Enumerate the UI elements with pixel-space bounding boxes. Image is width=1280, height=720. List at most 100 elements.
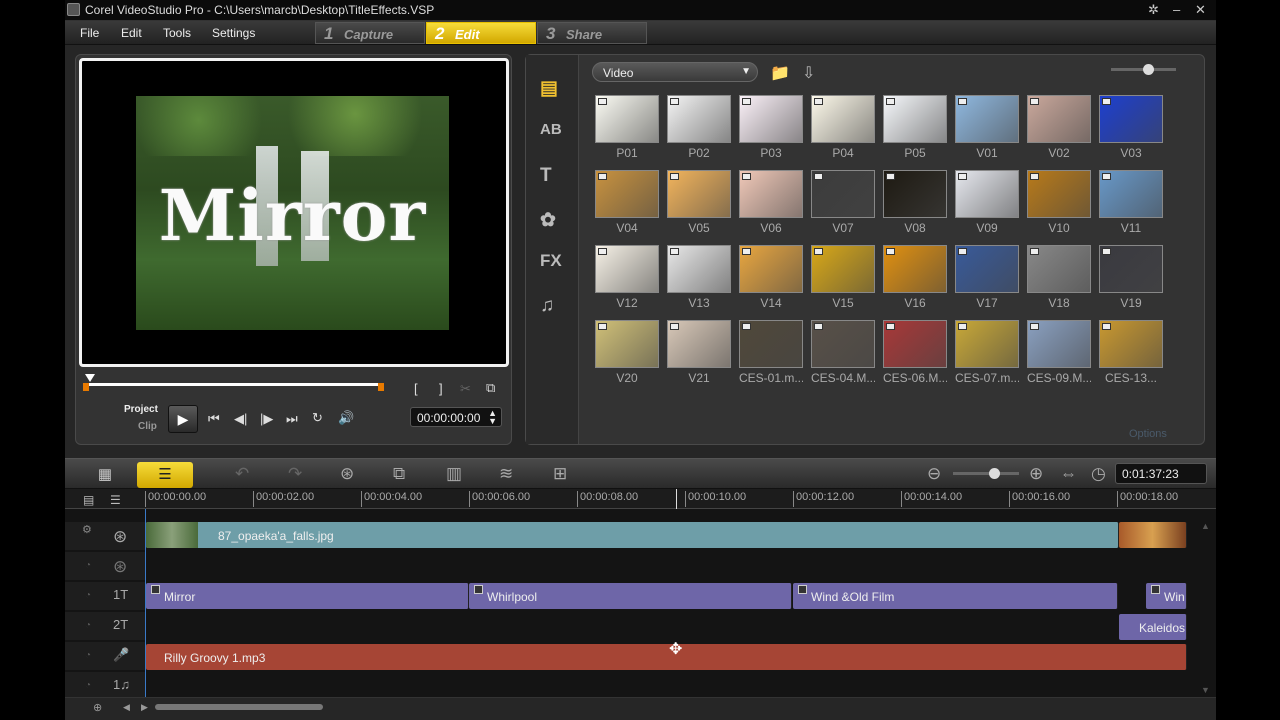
library-thumbnail[interactable]: CES-04.M... [811,320,875,385]
library-thumbnail[interactable]: V03 [1099,95,1163,160]
menu-tools[interactable]: Tools [163,26,191,40]
media-icon[interactable]: ▤ [540,77,558,100]
library-thumbnail[interactable]: V04 [595,170,659,235]
thumbnail-size-slider[interactable] [1111,64,1176,75]
zoom-out-icon[interactable]: ⊖ [927,464,941,484]
playhead[interactable] [676,489,677,509]
scrollbar-thumb[interactable] [155,704,323,710]
options-button[interactable]: Options [1129,428,1167,440]
graphic-icon[interactable]: ✿ [540,209,556,232]
timeline-scrollbar[interactable]: ⊕ ◀ ▶ [65,697,1216,720]
library-thumbnail[interactable]: V15 [811,245,875,310]
volume-icon[interactable]: 🔊 [338,410,354,426]
storyboard-view-button[interactable]: ▦ [77,462,133,488]
timeline-view-button[interactable]: ☰ [137,462,193,488]
menu-edit[interactable]: Edit [121,26,142,40]
add-folder-icon[interactable]: 📁 [770,63,790,83]
track-manager-icon[interactable]: ▤ [83,493,94,507]
library-thumbnail[interactable]: V14 [739,245,803,310]
library-thumbnail[interactable]: V16 [883,245,947,310]
library-thumbnail[interactable]: V09 [955,170,1019,235]
library-thumbnail[interactable]: V11 [1099,170,1163,235]
undo-icon[interactable]: ↶ [235,464,249,484]
add-track-icon[interactable]: ⊕ [93,701,102,714]
library-thumbnail[interactable]: V01 [955,95,1019,160]
library-thumbnail[interactable]: CES-07.m... [955,320,1019,385]
scroll-right-icon[interactable]: ▶ [141,702,148,713]
library-thumbnail[interactable]: V07 [811,170,875,235]
title-clip[interactable]: Whirlpool [469,583,792,609]
scroll-down-icon[interactable]: ▼ [1201,685,1210,695]
lock-icon[interactable]: ◔ [85,560,91,571]
mode-project[interactable]: Project [124,404,158,415]
auto-music-icon[interactable]: ≋ [499,464,513,484]
timecode-field[interactable]: 00:00:00:00 ▲ ▼ [410,407,502,427]
mark-out-handle[interactable] [378,383,384,391]
split-clip-icon[interactable]: ✂ [460,381,471,397]
repeat-icon[interactable]: ↻ [312,410,323,426]
mark-out-button[interactable]: ] [439,381,443,396]
end-icon[interactable]: ⏭ [286,411,298,427]
library-thumbnail[interactable]: P04 [811,95,875,160]
mark-in-handle[interactable] [83,383,89,391]
tab-share[interactable]: 3 Share [537,22,647,44]
preview-window[interactable]: Mirror [79,58,509,367]
library-thumbnail[interactable]: V19 [1099,245,1163,310]
library-thumbnail[interactable]: V06 [739,170,803,235]
tab-capture[interactable]: 1 Capture [315,22,425,44]
minimize-button[interactable]: ‒ [1173,2,1180,17]
library-thumbnail[interactable]: CES-13... [1099,320,1163,385]
library-thumbnail[interactable]: P03 [739,95,803,160]
title-clip[interactable]: Win [1146,583,1187,609]
library-thumbnail[interactable]: V02 [1027,95,1091,160]
scroll-up-icon[interactable]: ▲ [1201,521,1210,531]
library-thumbnail[interactable]: V12 [595,245,659,310]
library-thumbnail[interactable]: V21 [667,320,731,385]
library-thumbnail[interactable]: V17 [955,245,1019,310]
motion-tracking-icon[interactable]: ⊞ [553,464,567,484]
redo-icon[interactable]: ↷ [288,464,302,484]
mode-clip[interactable]: Clip [138,421,157,432]
smart-render-icon[interactable]: ⧉ [393,464,405,484]
scroll-left-icon[interactable]: ◀ [123,702,130,713]
timeline-ruler[interactable]: ▤ ☰ 00:00:00.00 00:00:02.00 00:00:04.00 … [65,489,1216,509]
previous-frame-icon[interactable]: ◀| [234,411,247,427]
timecode-stepper-icon[interactable]: ▲ ▼ [488,409,497,426]
next-frame-icon[interactable]: |▶ [260,411,273,427]
transition-icon[interactable]: AB [540,121,562,138]
video-clip-end[interactable] [1119,522,1187,548]
lock-icon[interactable]: ◔ [85,620,91,631]
settings-icon[interactable]: ✲ [1148,2,1159,18]
library-thumbnail[interactable]: P02 [667,95,731,160]
title-clip[interactable]: Mirror [146,583,469,609]
home-icon[interactable]: ⏮ [208,411,220,427]
mark-in-button[interactable]: [ [414,381,418,396]
menu-file[interactable]: File [80,26,99,40]
mixer-icon[interactable]: ▥ [446,464,462,484]
enlarge-preview-icon[interactable]: ⧉ [486,380,495,396]
library-thumbnail[interactable]: V05 [667,170,731,235]
play-button[interactable]: ▶ [168,405,198,433]
scrubber[interactable] [83,374,384,391]
title-clip[interactable]: Wind &Old Film [793,583,1118,609]
lock-icon[interactable]: ◔ [85,650,91,661]
fit-project-icon[interactable]: ⇔ [1060,464,1077,484]
library-thumbnail[interactable]: P05 [883,95,947,160]
audio-clip[interactable]: Rilly Groovy 1.mp3 [146,644,1187,670]
audio-icon[interactable]: ♫ [540,295,554,317]
library-thumbnail[interactable]: V20 [595,320,659,385]
library-thumbnail[interactable]: CES-01.m... [739,320,803,385]
video-clip[interactable]: 87_opaeka'a_falls.jpg [146,522,1119,548]
zoom-slider[interactable] [953,468,1019,479]
library-thumbnail[interactable]: V18 [1027,245,1091,310]
import-icon[interactable]: ⇩ [802,63,815,83]
close-button[interactable]: ✕ [1195,2,1206,18]
library-thumbnail[interactable]: P01 [595,95,659,160]
zoom-in-icon[interactable]: ⊕ [1029,464,1043,484]
library-thumbnail[interactable]: CES-06.M... [883,320,947,385]
scrubber-knob[interactable] [85,374,95,382]
filter-icon[interactable]: FX [540,251,562,271]
library-thumbnail[interactable]: CES-09.M... [1027,320,1091,385]
record-capture-icon[interactable]: ⊛ [340,464,354,484]
menu-settings[interactable]: Settings [212,26,255,40]
